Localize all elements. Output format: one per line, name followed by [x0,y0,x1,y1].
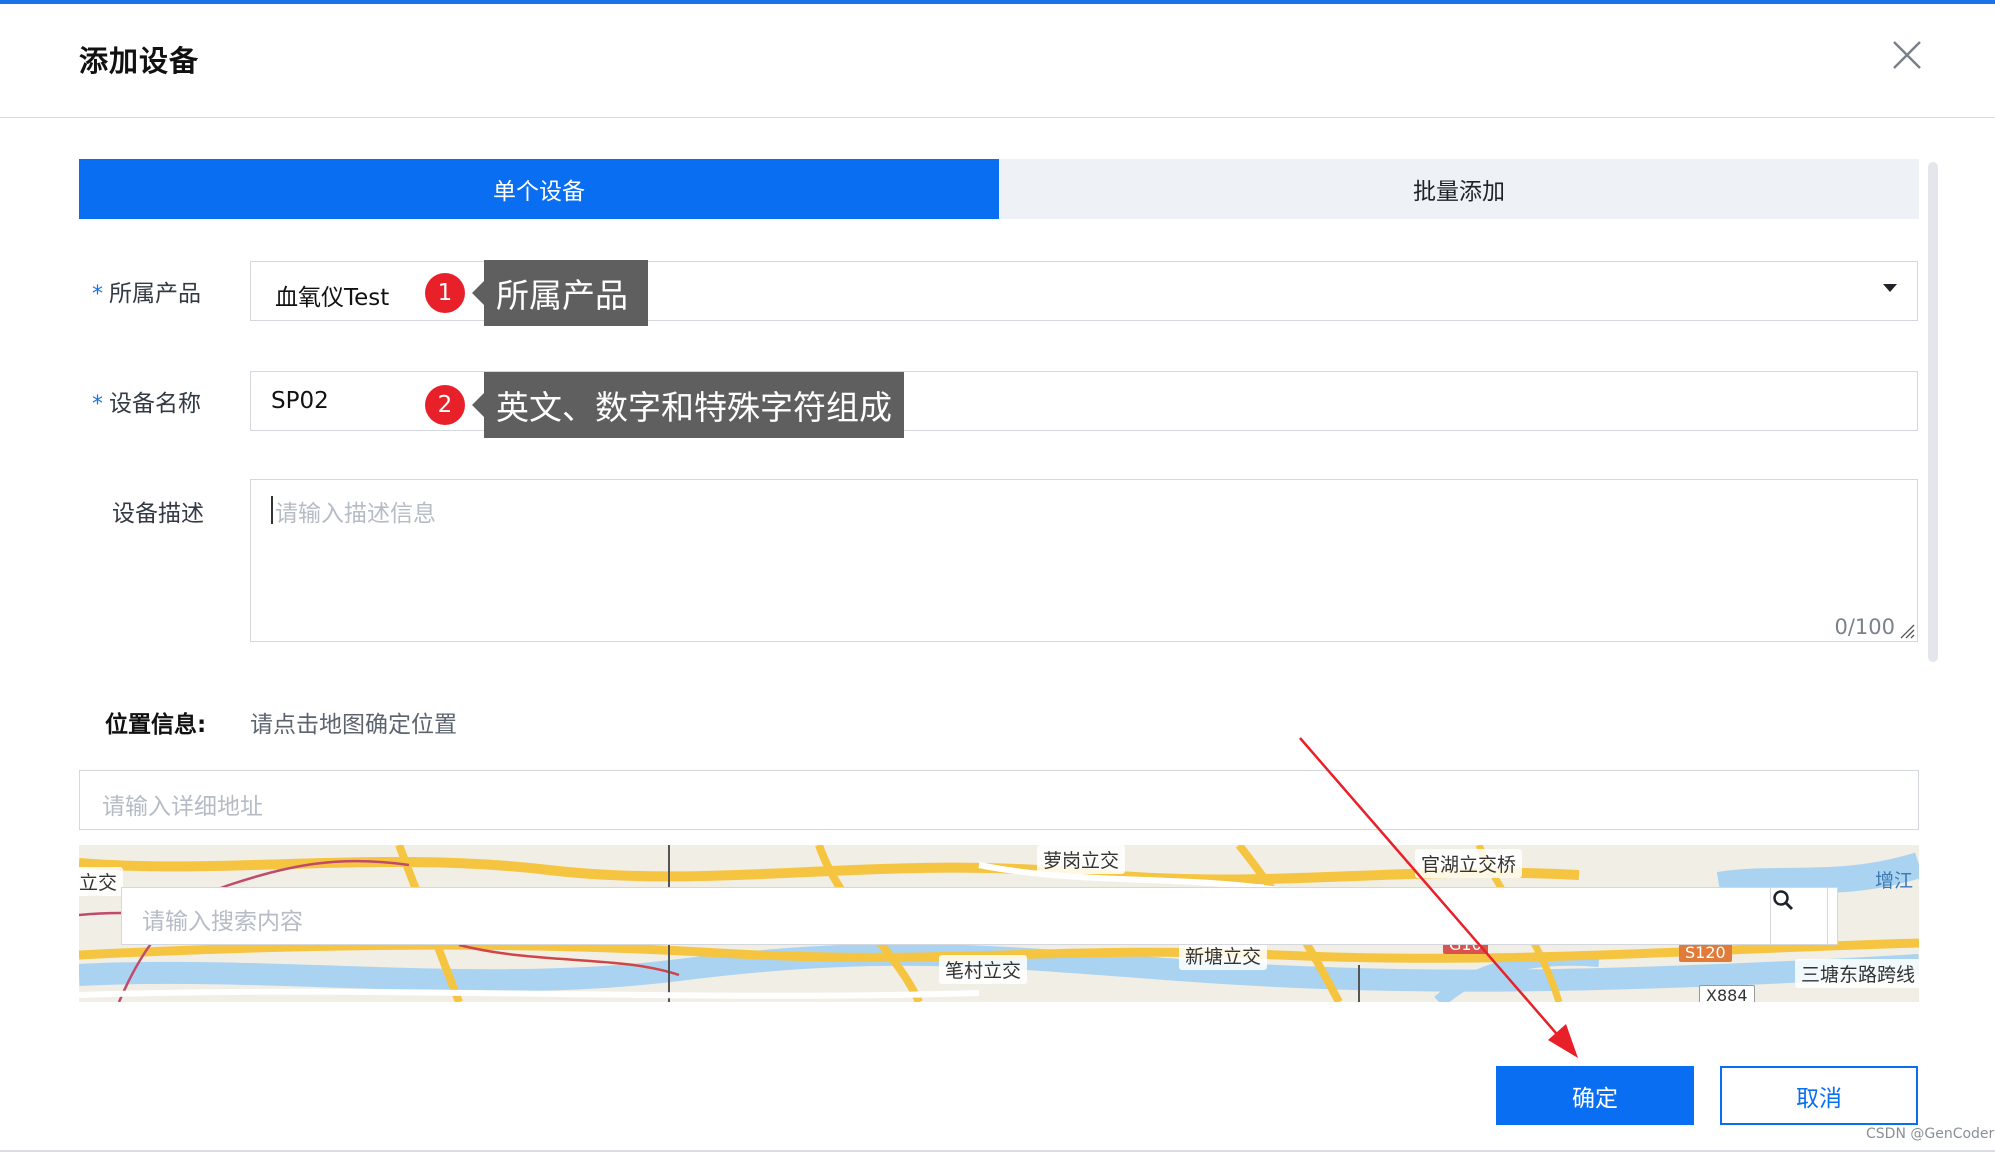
location-label: 位置信息: [105,712,207,738]
description-textarea[interactable]: 请输入描述信息 0/100 [250,479,1918,642]
map-search-button[interactable] [1770,887,1828,945]
cancel-button[interactable]: 取消 [1720,1066,1918,1125]
map-label: 增江 [1875,870,1914,892]
map-label: 笔村立交 [939,955,1028,984]
char-counter: 0/100 [1834,615,1895,639]
product-label: * 所属产品 [92,281,201,307]
confirm-button[interactable]: 确定 [1496,1066,1694,1125]
annotation-badge-2: 2 [425,385,465,425]
map-view[interactable]: 萝岗立交 官湖立交桥 笔村立交 新塘立交 三塘东路跨线 立交 增江 S120 X… [79,845,1919,1002]
close-icon[interactable] [1890,38,1924,72]
address-placeholder: 请输入详细地址 [102,794,263,820]
road-shield: S120 [1679,943,1732,962]
required-mark: * [92,282,103,307]
description-placeholder: 请输入描述信息 [275,501,436,527]
text-caret [271,496,273,524]
annotation-tip-product: 所属产品 [472,260,648,326]
road-shield: X884 [1699,985,1755,1002]
top-accent-line [0,0,1995,4]
caret-down-icon[interactable] [1883,284,1897,292]
resize-grip-icon[interactable] [1899,623,1915,639]
map-label: 立交 [79,867,124,896]
tab-bar: 单个设备 批量添加 [79,159,1919,219]
search-icon [1773,890,1793,910]
device-name-label: * 设备名称 [92,391,201,417]
required-mark: * [92,392,103,417]
tab-single-device[interactable]: 单个设备 [79,159,999,219]
location-hint: 请点击地图确定位置 [250,712,457,738]
scrollbar[interactable] [1928,162,1938,662]
annotation-tip-device-name: 英文、数字和特殊字符组成 [472,372,904,438]
map-search-input[interactable]: 请输入搜索内容 [121,887,1838,945]
device-name-value: SP02 [271,388,329,414]
dialog-title: 添加设备 [79,44,200,78]
description-label: 设备描述 [112,501,204,527]
map-search-placeholder: 请输入搜索内容 [142,909,303,935]
annotation-badge-1: 1 [425,273,465,313]
map-label: 三塘东路跨线 [1795,959,1919,988]
product-select-value: 血氧仪Test [275,285,390,311]
address-input[interactable]: 请输入详细地址 [79,770,1919,830]
watermark: CSDN @GenCoder [1866,1126,1995,1142]
map-label: 新塘立交 [1179,941,1268,970]
tab-batch-add[interactable]: 批量添加 [999,159,1919,219]
header-divider [0,117,1995,118]
map-label: 萝岗立交 [1037,845,1126,874]
map-label: 官湖立交桥 [1415,849,1523,878]
